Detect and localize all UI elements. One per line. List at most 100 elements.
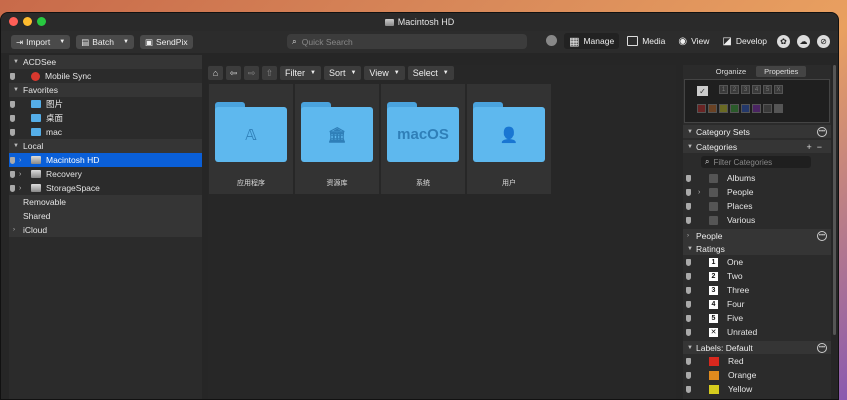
- section-labels[interactable]: ▼ Labels: Default •••: [683, 341, 831, 354]
- label-swatch-clear[interactable]: [774, 104, 783, 113]
- label-swatch[interactable]: [708, 104, 717, 113]
- mode-media[interactable]: Media: [622, 33, 670, 49]
- tree-item-pictures[interactable]: 图片: [9, 97, 202, 111]
- rating-row[interactable]: 1 One: [683, 255, 831, 269]
- filter-dropdown[interactable]: Filter ▼: [280, 66, 321, 80]
- panel-scrollbar[interactable]: [833, 65, 836, 335]
- more-options-icon[interactable]: •••: [817, 342, 827, 353]
- mode-manage[interactable]: ▦ Manage: [564, 33, 620, 49]
- category-row[interactable]: Various: [683, 213, 831, 227]
- category-checkbox[interactable]: [709, 173, 718, 183]
- label-row[interactable]: Red: [683, 354, 831, 368]
- zoom-window-button[interactable]: [37, 17, 46, 26]
- quick-rating-2[interactable]: 2: [730, 85, 739, 94]
- sendpix-button[interactable]: ▣ SendPix: [139, 35, 193, 49]
- folder-thumbnail[interactable]: 𝔸 应用程序: [209, 84, 293, 194]
- hide-icon[interactable]: ⊘: [817, 34, 830, 48]
- batch-button[interactable]: ▤ Batch ▼: [76, 35, 134, 49]
- section-acdsee[interactable]: ▼ ACDSee: [9, 55, 202, 69]
- label-swatch[interactable]: [697, 104, 706, 113]
- label-swatch[interactable]: [719, 104, 728, 113]
- thumbnail-label: 资源库: [326, 180, 348, 187]
- quick-rating-clear[interactable]: X: [774, 85, 783, 94]
- rating-badge: 1: [709, 257, 718, 267]
- category-checkbox[interactable]: [709, 187, 718, 197]
- globe-icon[interactable]: ✿: [777, 34, 790, 48]
- tab-properties[interactable]: Properties: [756, 65, 807, 77]
- filter-categories-input[interactable]: ⌕ Filter Categories: [701, 156, 811, 168]
- minimize-window-button[interactable]: [23, 17, 32, 26]
- section-category-sets[interactable]: ▼ Category Sets •••: [683, 125, 831, 138]
- rating-row[interactable]: 4 Four: [683, 297, 831, 311]
- user-account-icon[interactable]: [546, 35, 557, 46]
- tree-item-recovery[interactable]: › Recovery: [9, 167, 202, 181]
- tree-item-label: Mobile Sync: [45, 71, 92, 81]
- mode-develop[interactable]: ◪ Develop: [717, 33, 772, 49]
- section-icloud[interactable]: › iCloud: [9, 223, 202, 237]
- chevron-right-icon[interactable]: ›: [19, 157, 21, 164]
- label-swatch[interactable]: [763, 104, 772, 113]
- tree-item-desktop[interactable]: 桌面: [9, 111, 202, 125]
- rating-row[interactable]: 5 Five: [683, 311, 831, 325]
- folder-thumbnail[interactable]: 🏛 资源库: [295, 84, 379, 194]
- category-row[interactable]: Albums: [683, 171, 831, 185]
- folder-icon: [31, 114, 41, 122]
- view-dropdown[interactable]: View ▼: [364, 66, 405, 80]
- chevron-right-icon[interactable]: ›: [698, 189, 700, 196]
- section-people[interactable]: › People •••: [683, 229, 831, 242]
- more-options-icon[interactable]: •••: [817, 230, 827, 241]
- chevron-right-icon[interactable]: ›: [19, 185, 21, 192]
- section-categories[interactable]: ▼ Categories +−: [683, 140, 831, 153]
- select-dropdown[interactable]: Select ▼: [407, 66, 454, 80]
- category-row[interactable]: › People: [683, 185, 831, 199]
- quick-rating-4[interactable]: 4: [752, 85, 761, 94]
- label-swatch[interactable]: [752, 104, 761, 113]
- section-shared[interactable]: Shared: [9, 209, 202, 223]
- rating-row[interactable]: ✕ Unrated: [683, 325, 831, 339]
- quick-rating-1[interactable]: 1: [719, 85, 728, 94]
- rating-label: Two: [727, 271, 743, 281]
- category-checkbox[interactable]: [709, 201, 718, 211]
- label-swatch[interactable]: [741, 104, 750, 113]
- thumbnail-label: 用户: [502, 180, 516, 187]
- mobile-sync-icon: [31, 71, 40, 81]
- forward-button[interactable]: ⇨: [244, 66, 259, 80]
- home-button[interactable]: ⌂: [208, 66, 223, 80]
- section-ratings[interactable]: ▼ Ratings: [683, 242, 831, 255]
- applications-folder-icon: 𝔸: [215, 102, 287, 162]
- label-swatch[interactable]: [730, 104, 739, 113]
- sort-dropdown[interactable]: Sort ▼: [323, 66, 362, 80]
- quick-rating-3[interactable]: 3: [741, 85, 750, 94]
- back-button[interactable]: ⇦: [226, 66, 241, 80]
- rating-row[interactable]: 2 Two: [683, 269, 831, 283]
- label-row[interactable]: Orange: [683, 368, 831, 382]
- tree-item-mobile-sync[interactable]: Mobile Sync: [9, 69, 202, 83]
- close-window-button[interactable]: [9, 17, 18, 26]
- chevron-right-icon[interactable]: ›: [19, 171, 21, 178]
- tag-checkbox[interactable]: ✓: [697, 86, 708, 96]
- section-removable[interactable]: Removable: [9, 195, 202, 209]
- tree-item-label: Recovery: [46, 169, 82, 179]
- category-row[interactable]: Places: [683, 199, 831, 213]
- cloud-icon[interactable]: ☁: [797, 34, 810, 48]
- folder-thumbnail[interactable]: macOS 系统: [381, 84, 465, 194]
- tree-item-storagespace[interactable]: › StorageSpace: [9, 181, 202, 195]
- rating-row[interactable]: 3 Three: [683, 283, 831, 297]
- label-color-swatch: [709, 384, 719, 394]
- quick-rating-5[interactable]: 5: [763, 85, 772, 94]
- category-checkbox[interactable]: [709, 215, 718, 225]
- tab-organize[interactable]: Organize: [708, 66, 754, 77]
- up-button[interactable]: ⇧: [262, 66, 277, 80]
- tree-item-macintosh-hd[interactable]: › Macintosh HD: [9, 153, 202, 167]
- section-favorites[interactable]: ▼ Favorites: [9, 83, 202, 97]
- tree-item-mac[interactable]: mac: [9, 125, 202, 139]
- add-remove-icons[interactable]: +−: [806, 142, 827, 152]
- import-button[interactable]: ⇥ Import ▼: [11, 35, 71, 49]
- mode-view[interactable]: ◉ View: [673, 33, 714, 49]
- quick-search-input[interactable]: ⌕ Quick Search: [287, 34, 527, 49]
- chevron-down-icon: ▼: [687, 245, 693, 252]
- section-local[interactable]: ▼ Local: [9, 139, 202, 153]
- label-row[interactable]: Yellow: [683, 382, 831, 396]
- more-options-icon[interactable]: •••: [817, 126, 827, 137]
- folder-thumbnail[interactable]: 👤 用户: [467, 84, 551, 194]
